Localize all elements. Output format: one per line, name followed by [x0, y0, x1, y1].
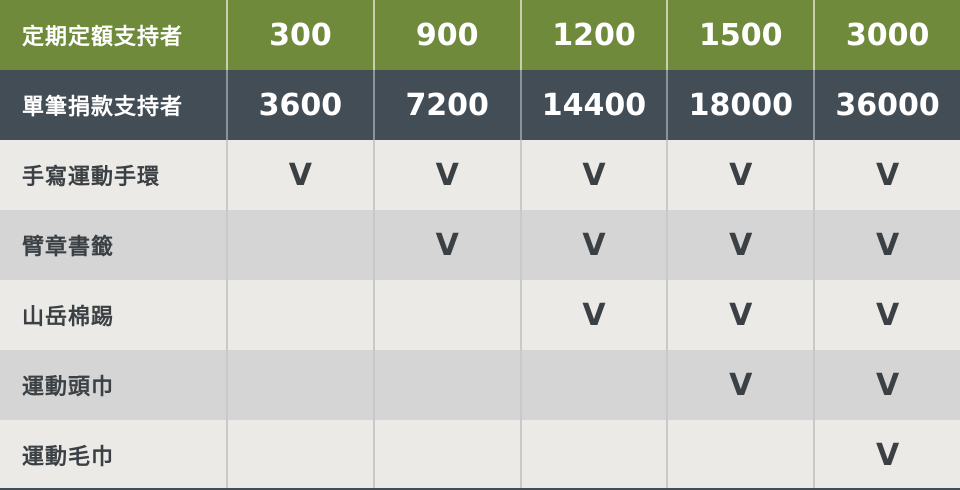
check-mark: V	[875, 437, 900, 473]
check-mark	[228, 280, 375, 350]
reward-row: 臂章書籤 V V V V	[0, 210, 960, 280]
reward-label: 運動頭巾	[0, 350, 228, 420]
check-mark	[522, 420, 669, 490]
tier-amount: 3000	[845, 17, 930, 53]
check-mark	[228, 350, 375, 420]
check-mark	[228, 210, 375, 280]
header-row-single: 單筆捐款支持者 3600 7200 14400 18000 36000	[0, 70, 960, 140]
check-mark: V	[522, 140, 669, 210]
check-mark	[522, 350, 669, 420]
tier-amount: 1200	[522, 0, 669, 70]
tier-amount: 300	[228, 0, 375, 70]
reward-label: 山岳棉踢	[0, 280, 228, 350]
check-mark	[375, 280, 522, 350]
row-label: 單筆捐款支持者	[0, 70, 228, 140]
check-mark: V	[668, 210, 816, 280]
check-mark: V	[522, 210, 669, 280]
reward-row: 山岳棉踢 V V V	[0, 280, 960, 350]
reward-row: 手寫運動手環 V V V V V	[0, 140, 960, 210]
tier-amount: 1500	[668, 0, 816, 70]
reward-label: 手寫運動手環	[0, 140, 228, 210]
tier-amount: 3600	[228, 70, 375, 140]
reward-label: 運動毛巾	[0, 420, 228, 490]
check-mark	[375, 420, 522, 490]
check-mark: V	[668, 350, 816, 420]
tier-amount: 7200	[375, 70, 522, 140]
check-mark: V	[875, 157, 900, 193]
tier-amount: 36000	[835, 87, 940, 123]
reward-row: 運動頭巾 V V	[0, 350, 960, 420]
row-label: 定期定額支持者	[0, 0, 228, 70]
check-mark: V	[522, 280, 669, 350]
tier-amount: 18000	[668, 70, 816, 140]
check-mark	[375, 350, 522, 420]
header-row-monthly: 定期定額支持者 300 900 1200 1500 3000	[0, 0, 960, 70]
check-mark: V	[875, 227, 900, 263]
check-mark	[228, 420, 375, 490]
check-mark: V	[668, 280, 816, 350]
tier-amount: 14400	[522, 70, 669, 140]
reward-label: 臂章書籤	[0, 210, 228, 280]
check-mark: V	[875, 297, 900, 333]
check-mark: V	[228, 140, 375, 210]
check-mark: V	[668, 140, 816, 210]
tier-amount: 900	[375, 0, 522, 70]
reward-tier-table: 定期定額支持者 300 900 1200 1500 3000 單筆捐款支持者 3…	[0, 0, 960, 490]
check-mark: V	[375, 210, 522, 280]
check-mark: V	[875, 367, 900, 403]
reward-row: 運動毛巾 V	[0, 420, 960, 490]
check-mark	[668, 420, 816, 490]
check-mark: V	[375, 140, 522, 210]
